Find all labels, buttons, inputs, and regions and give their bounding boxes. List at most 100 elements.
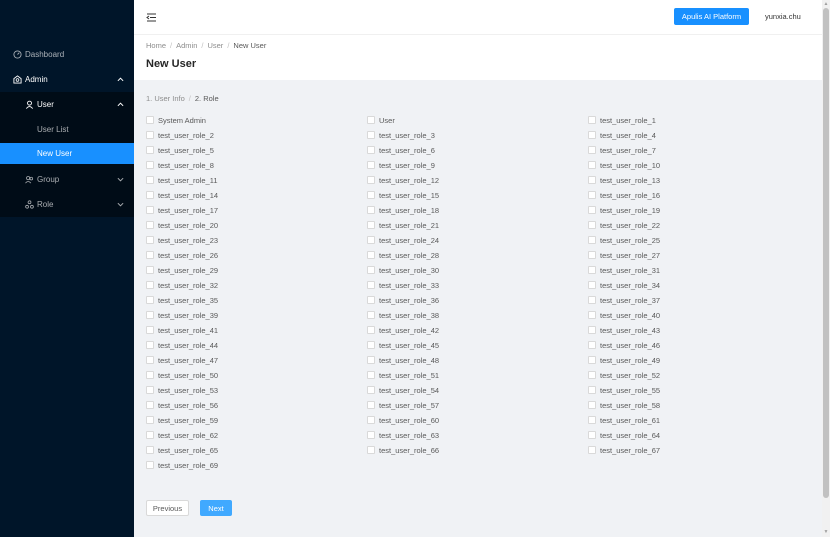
previous-button[interactable]: Previous xyxy=(146,500,189,516)
checkbox[interactable] xyxy=(146,236,154,244)
checkbox[interactable] xyxy=(588,281,596,289)
scroll-down-arrow-icon[interactable]: ▼ xyxy=(823,529,829,535)
checkbox[interactable] xyxy=(146,326,154,334)
role-checkbox-item[interactable]: test_user_role_4 xyxy=(588,130,656,140)
checkbox[interactable] xyxy=(146,146,154,154)
role-checkbox-item[interactable]: test_user_role_11 xyxy=(146,175,217,185)
role-checkbox-item[interactable]: test_user_role_5 xyxy=(146,145,214,155)
checkbox[interactable] xyxy=(588,131,596,139)
role-checkbox-item[interactable]: test_user_role_20 xyxy=(146,220,218,230)
sidebar-item-role[interactable]: Role xyxy=(0,192,134,217)
role-checkbox-item[interactable]: test_user_role_52 xyxy=(588,370,660,380)
checkbox[interactable] xyxy=(367,266,375,274)
checkbox[interactable] xyxy=(146,161,154,169)
role-checkbox-item[interactable]: test_user_role_46 xyxy=(588,340,660,350)
role-checkbox-item[interactable]: test_user_role_64 xyxy=(588,430,660,440)
role-checkbox-item[interactable]: test_user_role_10 xyxy=(588,160,660,170)
role-checkbox-item[interactable]: test_user_role_17 xyxy=(146,205,218,215)
role-checkbox-item[interactable]: test_user_role_35 xyxy=(146,295,218,305)
checkbox[interactable] xyxy=(367,371,375,379)
role-checkbox-item[interactable]: test_user_role_1 xyxy=(588,115,656,125)
role-checkbox-item[interactable]: test_user_role_31 xyxy=(588,265,660,275)
checkbox[interactable] xyxy=(146,131,154,139)
role-checkbox-item[interactable]: test_user_role_28 xyxy=(367,250,439,260)
next-button[interactable]: Next xyxy=(200,500,232,516)
checkbox[interactable] xyxy=(146,371,154,379)
checkbox[interactable] xyxy=(367,146,375,154)
role-checkbox-item[interactable]: test_user_role_18 xyxy=(367,205,439,215)
checkbox[interactable] xyxy=(146,461,154,469)
sidebar-item-user[interactable]: User xyxy=(0,92,134,117)
checkbox[interactable] xyxy=(146,176,154,184)
checkbox[interactable] xyxy=(588,161,596,169)
platform-button[interactable]: Apulis AI Platform xyxy=(674,8,749,25)
checkbox[interactable] xyxy=(146,446,154,454)
checkbox[interactable] xyxy=(588,326,596,334)
role-checkbox-item[interactable]: test_user_role_49 xyxy=(588,355,660,365)
role-checkbox-item[interactable]: test_user_role_36 xyxy=(367,295,439,305)
checkbox[interactable] xyxy=(367,191,375,199)
role-checkbox-item[interactable]: test_user_role_2 xyxy=(146,130,214,140)
role-checkbox-item[interactable]: test_user_role_3 xyxy=(367,130,435,140)
role-checkbox-item[interactable]: test_user_role_8 xyxy=(146,160,214,170)
checkbox[interactable] xyxy=(367,446,375,454)
checkbox[interactable] xyxy=(367,431,375,439)
role-checkbox-item[interactable]: test_user_role_63 xyxy=(367,430,439,440)
role-checkbox-item[interactable]: test_user_role_41 xyxy=(146,325,218,335)
role-checkbox-item[interactable]: test_user_role_23 xyxy=(146,235,218,245)
checkbox[interactable] xyxy=(146,341,154,349)
role-checkbox-item[interactable]: test_user_role_16 xyxy=(588,190,660,200)
checkbox[interactable] xyxy=(588,356,596,364)
checkbox[interactable] xyxy=(367,221,375,229)
role-checkbox-item[interactable]: test_user_role_54 xyxy=(367,385,439,395)
checkbox[interactable] xyxy=(588,236,596,244)
checkbox[interactable] xyxy=(146,206,154,214)
role-checkbox-item[interactable]: test_user_role_55 xyxy=(588,385,660,395)
checkbox[interactable] xyxy=(588,311,596,319)
checkbox[interactable] xyxy=(367,311,375,319)
role-checkbox-item[interactable]: test_user_role_26 xyxy=(146,250,218,260)
role-checkbox-item[interactable]: test_user_role_39 xyxy=(146,310,218,320)
role-checkbox-item[interactable]: test_user_role_14 xyxy=(146,190,218,200)
role-checkbox-item[interactable]: test_user_role_57 xyxy=(367,400,439,410)
role-checkbox-item[interactable]: test_user_role_37 xyxy=(588,295,660,305)
role-checkbox-item[interactable]: test_user_role_51 xyxy=(367,370,439,380)
role-checkbox-item[interactable]: test_user_role_32 xyxy=(146,280,218,290)
username[interactable]: yunxia.chu xyxy=(765,12,801,21)
checkbox[interactable] xyxy=(588,176,596,184)
role-checkbox-item[interactable]: test_user_role_43 xyxy=(588,325,660,335)
role-checkbox-item[interactable]: test_user_role_13 xyxy=(588,175,660,185)
checkbox[interactable] xyxy=(367,281,375,289)
checkbox[interactable] xyxy=(146,191,154,199)
sidebar-item-group[interactable]: Group xyxy=(0,167,134,192)
checkbox[interactable] xyxy=(146,221,154,229)
role-checkbox-item[interactable]: User xyxy=(367,115,395,125)
role-checkbox-item[interactable]: test_user_role_42 xyxy=(367,325,439,335)
role-checkbox-item[interactable]: System Admin xyxy=(146,115,206,125)
role-checkbox-item[interactable]: test_user_role_44 xyxy=(146,340,218,350)
role-checkbox-item[interactable]: test_user_role_58 xyxy=(588,400,660,410)
role-checkbox-item[interactable]: test_user_role_19 xyxy=(588,205,660,215)
checkbox[interactable] xyxy=(146,116,154,124)
role-checkbox-item[interactable]: test_user_role_25 xyxy=(588,235,660,245)
checkbox[interactable] xyxy=(588,446,596,454)
checkbox[interactable] xyxy=(588,416,596,424)
checkbox[interactable] xyxy=(146,431,154,439)
checkbox[interactable] xyxy=(367,176,375,184)
checkbox[interactable] xyxy=(367,116,375,124)
role-checkbox-item[interactable]: test_user_role_6 xyxy=(367,145,435,155)
role-checkbox-item[interactable]: test_user_role_47 xyxy=(146,355,218,365)
checkbox[interactable] xyxy=(367,206,375,214)
checkbox[interactable] xyxy=(588,251,596,259)
checkbox[interactable] xyxy=(367,401,375,409)
sidebar-item-admin[interactable]: Admin xyxy=(0,67,134,92)
checkbox[interactable] xyxy=(367,326,375,334)
checkbox[interactable] xyxy=(146,401,154,409)
role-checkbox-item[interactable]: test_user_role_48 xyxy=(367,355,439,365)
checkbox[interactable] xyxy=(588,221,596,229)
role-checkbox-item[interactable]: test_user_role_61 xyxy=(588,415,660,425)
checkbox[interactable] xyxy=(146,416,154,424)
checkbox[interactable] xyxy=(367,236,375,244)
checkbox[interactable] xyxy=(146,251,154,259)
checkbox[interactable] xyxy=(367,251,375,259)
